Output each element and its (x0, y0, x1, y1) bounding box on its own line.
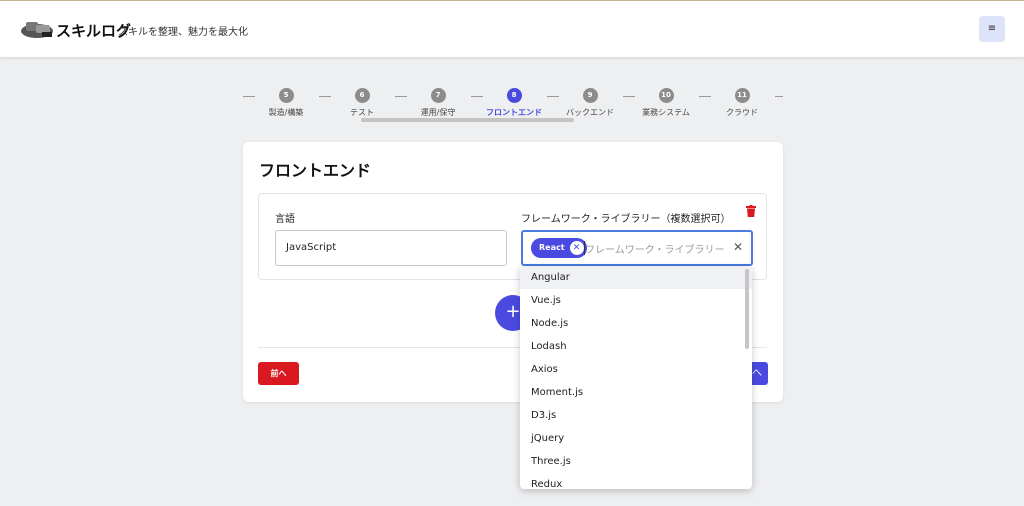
dropdown-scrollbar[interactable] (745, 269, 749, 349)
step-number: 8 (506, 88, 522, 103)
framework-label: フレームワーク・ライブラリー（複数選択可） (521, 214, 731, 225)
selected-chip-react[interactable]: React ✕ (531, 238, 587, 258)
step-number: 6 (354, 88, 370, 103)
step-8[interactable]: 8 フロントエンド (479, 82, 549, 118)
step-label: 業務システム (642, 108, 690, 117)
hamburger-icon: ≡ (987, 23, 997, 34)
step-progress: 5 製造/構築 6 テスト 7 運用/保守 8 フロントエンド 9 バックエンド… (243, 82, 783, 122)
step-label: バックエンド (566, 108, 614, 117)
step-10[interactable]: 10 業務システム (631, 82, 701, 118)
step-number: 7 (430, 88, 446, 103)
dropdown-option[interactable]: Axios (520, 358, 752, 381)
dropdown-option[interactable]: Node.js (520, 312, 752, 335)
app-header: スキルログ スキルを整理、魅力を最大化 ≡ (0, 1, 1024, 57)
prev-button[interactable]: 前へ (258, 362, 299, 385)
dropdown-option[interactable]: Angular (520, 266, 752, 289)
step-label: フロントエンド (486, 108, 542, 117)
card-title: フロントエンド (259, 161, 372, 180)
dropdown-option[interactable]: D3.js (520, 404, 752, 427)
framework-search-placeholder[interactable]: フレームワーク・ライブラリー (585, 241, 725, 256)
chip-remove-icon[interactable]: ✕ (569, 241, 584, 255)
step-number: 5 (278, 88, 294, 103)
step-label: 製造/構築 (268, 108, 304, 117)
step-label: クラウド (726, 108, 758, 117)
dropdown-option[interactable]: Three.js (520, 450, 752, 473)
language-label: 言語 (275, 214, 295, 225)
step-number: 10 (658, 88, 674, 103)
dropdown-option[interactable]: Lodash (520, 335, 752, 358)
framework-multiselect[interactable]: React ✕ フレームワーク・ライブラリー ✕ (521, 230, 753, 266)
step-connector (775, 96, 783, 97)
step-label: 運用/保守 (420, 108, 456, 117)
chip-label: React (539, 243, 565, 252)
step-7[interactable]: 7 運用/保守 (403, 82, 473, 118)
step-11[interactable]: 11 クラウド (707, 82, 777, 118)
trash-icon[interactable] (746, 205, 756, 217)
dropdown-option[interactable]: Moment.js (520, 381, 752, 404)
app-tagline: スキルを整理、魅力を最大化 (118, 27, 248, 38)
step-label: テスト (350, 108, 374, 117)
language-input[interactable]: JavaScript (275, 230, 507, 266)
stepper-scrollbar[interactable] (361, 118, 574, 122)
hamburger-menu-button[interactable]: ≡ (979, 16, 1005, 42)
dropdown-option[interactable]: Vue.js (520, 289, 752, 312)
step-6[interactable]: 6 テスト (327, 82, 397, 118)
clear-icon[interactable]: ✕ (733, 240, 743, 254)
step-number: 11 (734, 88, 750, 103)
dropdown-option[interactable]: jQuery (520, 427, 752, 450)
step-5[interactable]: 5 製造/構築 (251, 82, 321, 118)
step-number: 9 (582, 88, 598, 103)
dropdown-option[interactable]: Redux (520, 473, 752, 489)
framework-dropdown-list: Angular Vue.js Node.js Lodash Axios Mome… (520, 266, 752, 489)
logo-icon (21, 22, 53, 38)
step-9[interactable]: 9 バックエンド (555, 82, 625, 118)
